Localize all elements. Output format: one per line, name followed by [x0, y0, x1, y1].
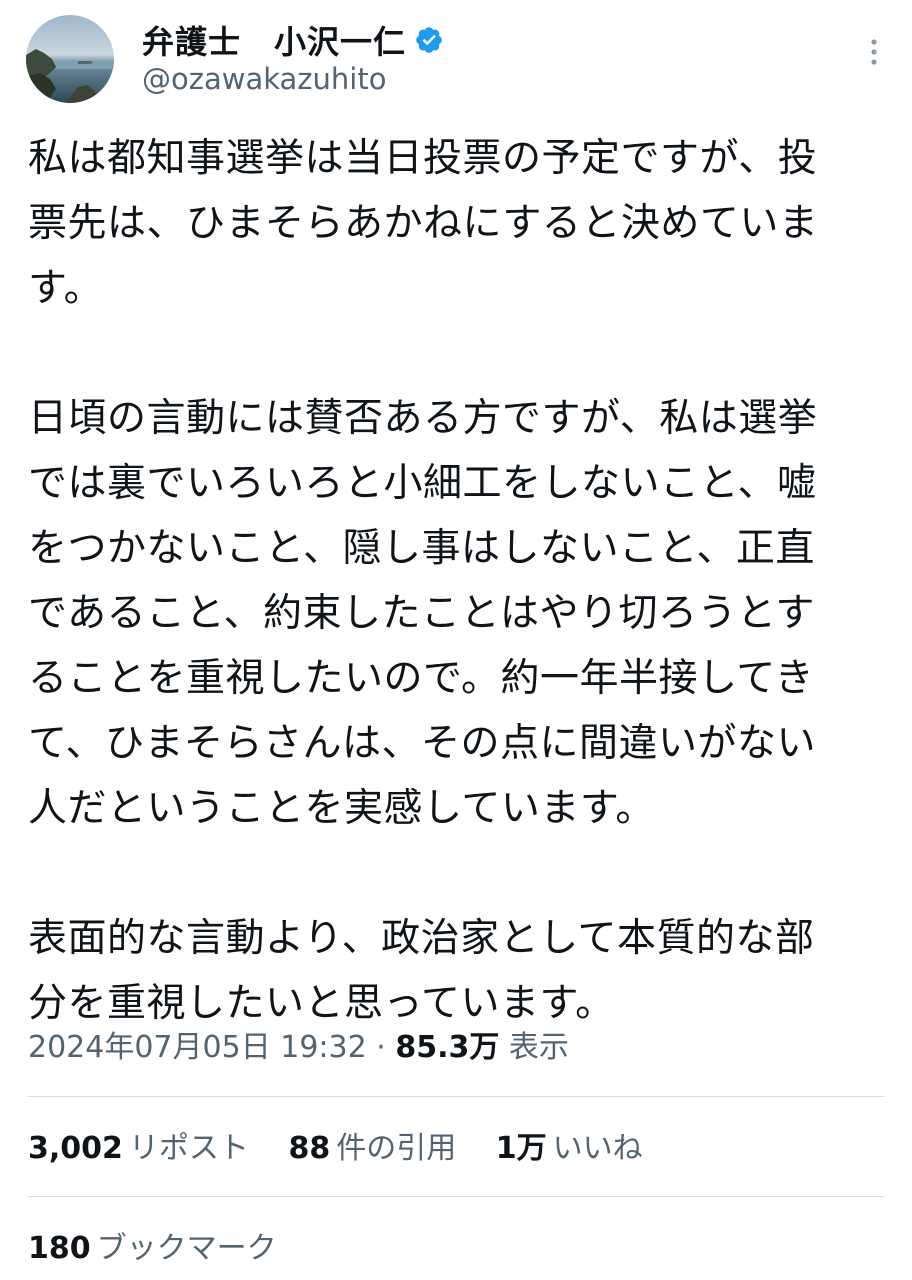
tweet-line: て、ひまそらさんは、その点に間違いがない [28, 721, 817, 766]
tweet-header: 弁護士 小沢一仁 @ozawakazuhito [0, 0, 912, 110]
quotes-count: 88 [288, 1131, 331, 1166]
meta-separator: · [376, 1030, 386, 1065]
verified-badge-icon[interactable] [414, 25, 444, 55]
bookmarks-stat[interactable]: 180 ブックマーク [28, 1224, 307, 1274]
tweet-meta: 2024年07月05日 19:32 · 85.3万 表示 [28, 1024, 569, 1072]
divider [28, 1196, 884, 1197]
tweet-line: 人だということを実感しています。 [28, 786, 655, 831]
author-handle[interactable]: @ozawakazuhito [142, 62, 386, 96]
tweet-line: 票先は、ひまそらあかねにすると決めていま [28, 201, 819, 246]
tweet-line: では裏でいろいろと小細工をしないこと、嘘 [28, 461, 817, 506]
views-label[interactable]: 表示 [509, 1030, 569, 1065]
tweet-line: であること、約束したことはやり切ろうとす [28, 591, 815, 636]
reposts-stat[interactable]: 3,002 リポスト [28, 1124, 249, 1174]
tweet-line: す。 [28, 266, 104, 311]
tweet-line: をつかないこと、隠し事はしないこと、正直 [28, 526, 815, 571]
tweet-timestamp[interactable]: 2024年07月05日 19:32 [28, 1030, 367, 1065]
author-name-row[interactable]: 弁護士 小沢一仁 [142, 18, 444, 62]
bookmarks-label: ブックマーク [96, 1231, 277, 1266]
tweet-line: ることを重視したいので。約一年半接してき [28, 656, 815, 701]
reposts-label: リポスト [128, 1131, 249, 1166]
author-display-name[interactable]: 弁護士 小沢一仁 [142, 17, 406, 63]
bookmarks-count: 180 [28, 1231, 91, 1266]
likes-count: 1万 [495, 1131, 547, 1166]
tweet-line: 私は都知事選挙は当日投票の予定ですが、投 [28, 136, 818, 181]
divider [28, 1096, 884, 1097]
engagement-stats: 3,002 リポスト 88 件の引用 1万 いいね [28, 1124, 673, 1174]
tweet-text: 私は都知事選挙は当日投票の予定ですが、投 票先は、ひまそらあかねにすると決めてい… [28, 126, 884, 1036]
tweet-line: 表面的な言動より、政治家として本質的な部 [28, 916, 815, 961]
quotes-label: 件の引用 [336, 1131, 457, 1166]
more-vertical-icon[interactable] [866, 36, 882, 68]
tweet-line: 日頃の言動には賛否ある方ですが、私は選挙 [28, 396, 818, 441]
avatar[interactable] [26, 15, 114, 103]
reposts-count: 3,002 [28, 1131, 123, 1166]
views-count[interactable]: 85.3万 [395, 1030, 499, 1065]
likes-label: いいね [552, 1131, 643, 1166]
quotes-stat[interactable]: 88 件の引用 [288, 1124, 456, 1174]
likes-stat[interactable]: 1万 いいね [496, 1124, 643, 1174]
